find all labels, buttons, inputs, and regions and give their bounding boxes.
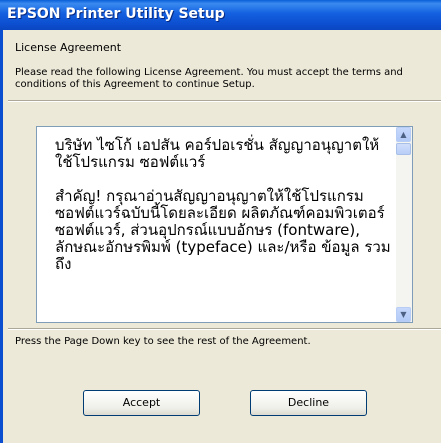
- scroll-up-button[interactable]: ▲: [396, 127, 411, 142]
- title-bar[interactable]: EPSON Printer Utility Setup: [0, 0, 441, 30]
- instructions-text: Please read the following License Agreem…: [15, 67, 403, 90]
- decline-button[interactable]: Decline: [250, 390, 367, 416]
- window-title: EPSON Printer Utility Setup: [7, 6, 225, 22]
- setup-dialog: EPSON Printer Utility Setup License Agre…: [0, 0, 441, 443]
- license-text: บริษัท ไซโก้ เอปสัน คอร์ปอเรชั่น สัญญาอน…: [55, 137, 395, 290]
- accept-button[interactable]: Accept: [83, 390, 200, 416]
- page-down-hint: Press the Page Down key to see the rest …: [15, 336, 311, 347]
- divider: [8, 328, 441, 330]
- license-heading: บริษัท ไซโก้ เอปสัน คอร์ปอเรชั่น สัญญาอน…: [55, 136, 380, 171]
- vertical-scrollbar[interactable]: ▲ ▼: [396, 127, 412, 322]
- scroll-down-button[interactable]: ▼: [396, 307, 411, 322]
- license-paragraph: สำคัญ! กรุณาอ่านสัญญาอนุญาตให้ใช้โปรแกรม…: [55, 187, 391, 273]
- window-border: [0, 30, 3, 443]
- section-title: License Agreement: [15, 41, 122, 54]
- chevron-up-icon: ▲: [400, 130, 407, 139]
- scroll-thumb[interactable]: [396, 143, 411, 155]
- license-text-area[interactable]: บริษัท ไซโก้ เอปสัน คอร์ปอเรชั่น สัญญาอน…: [36, 126, 413, 323]
- divider: [8, 100, 441, 102]
- chevron-down-icon: ▼: [400, 310, 407, 319]
